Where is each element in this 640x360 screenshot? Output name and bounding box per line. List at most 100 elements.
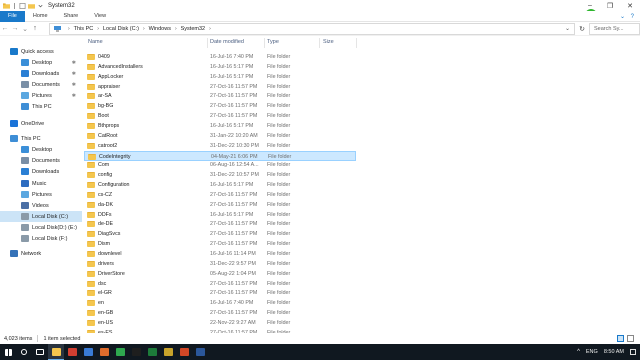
sidebar-item[interactable]: Documents ✱ bbox=[0, 79, 82, 90]
pin-icon[interactable]: ✱ bbox=[72, 60, 76, 66]
pin-icon[interactable]: ✱ bbox=[72, 82, 76, 88]
file-row[interactable]: dsc 27-Oct-16 11:57 PM File folder bbox=[84, 279, 356, 289]
taskbar-button[interactable] bbox=[176, 344, 192, 360]
sidebar-item[interactable]: Pictures bbox=[0, 189, 82, 200]
tab-file[interactable]: File bbox=[0, 10, 25, 22]
sidebar-item[interactable]: Desktop bbox=[0, 144, 82, 155]
search-input[interactable]: Search Sy... bbox=[589, 23, 640, 35]
file-row[interactable]: config 31-Dec-22 10:57 PM File folder bbox=[84, 170, 356, 180]
breadcrumb-windows[interactable]: Windows bbox=[149, 26, 171, 32]
sidebar-item[interactable]: Downloads bbox=[0, 166, 82, 177]
sidebar-item[interactable]: Local Disk (C:) bbox=[0, 211, 82, 222]
large-icons-view-icon[interactable] bbox=[627, 335, 634, 342]
breadcrumb-separator[interactable]: › bbox=[143, 26, 145, 32]
file-row[interactable]: CatRoot 31-Jan-22 10:20 AM File folder bbox=[84, 131, 356, 141]
taskbar-button[interactable] bbox=[112, 344, 128, 360]
file-row[interactable]: catroot2 31-Dec-22 10:30 PM File folder bbox=[84, 141, 356, 151]
sidebar-item[interactable]: Local Disk (F:) bbox=[0, 233, 82, 244]
properties-icon[interactable] bbox=[19, 2, 26, 9]
tab-share[interactable]: Share bbox=[56, 11, 87, 22]
taskbar-button[interactable] bbox=[80, 344, 96, 360]
file-row[interactable]: bg-BG 27-Oct-16 11:57 PM File folder bbox=[84, 101, 356, 111]
breadcrumb-system32[interactable]: System32 bbox=[181, 26, 205, 32]
taskbar-button[interactable] bbox=[128, 344, 144, 360]
details-view-icon[interactable] bbox=[617, 335, 624, 342]
sidebar-item[interactable]: Downloads ✱ bbox=[0, 68, 82, 79]
address-bar[interactable]: › This PC › Local Disk (C:) › Windows › … bbox=[49, 23, 575, 35]
file-row[interactable]: CodeIntegrity 04-May-21 6:06 PM File folde… bbox=[84, 150, 356, 161]
taskbar-button[interactable] bbox=[64, 344, 80, 360]
ribbon-expand-button[interactable]: ⌄ ? bbox=[620, 13, 634, 20]
chevron-up-icon[interactable]: ^ bbox=[577, 349, 580, 355]
column-header-date-modified[interactable]: Date modified bbox=[210, 39, 244, 45]
file-row[interactable]: da-DK 27-Oct-16 11:57 PM File folder bbox=[84, 200, 356, 210]
file-row[interactable]: Bthprops 16-Jul-16 5:17 PM File folder bbox=[84, 121, 356, 131]
clock[interactable]: 8:50 AM bbox=[604, 349, 624, 355]
taskbar-button[interactable] bbox=[144, 344, 160, 360]
file-row[interactable]: DiagSvcs 27-Oct-16 11:57 PM File folder bbox=[84, 229, 356, 239]
file-row[interactable]: 0409 16-Jul-16 7:40 PM File folder bbox=[84, 52, 356, 62]
language-indicator[interactable]: ENG bbox=[586, 349, 598, 355]
file-row[interactable]: en-GB 27-Oct-16 11:57 PM File folder bbox=[84, 308, 356, 318]
sidebar-item[interactable]: Network bbox=[0, 248, 82, 259]
chevron-down-icon[interactable] bbox=[37, 3, 44, 9]
file-row[interactable]: el-GR 27-Oct-16 11:57 PM File folder bbox=[84, 288, 356, 298]
sidebar-item[interactable]: Music bbox=[0, 178, 82, 189]
pin-icon[interactable]: ✱ bbox=[72, 71, 76, 77]
file-row[interactable]: cs-CZ 27-Oct-16 11:57 PM File folder bbox=[84, 190, 356, 200]
recent-locations-button[interactable]: ⌄ bbox=[20, 23, 30, 35]
file-row[interactable]: DDFs 16-Jul-16 5:17 PM File folder bbox=[84, 210, 356, 220]
pin-icon[interactable]: ✱ bbox=[72, 93, 76, 99]
taskbar-button[interactable] bbox=[16, 344, 32, 360]
file-row[interactable]: appraiser 27-Oct-16 11:57 PM File folder bbox=[84, 82, 356, 92]
file-row[interactable]: ar-SA 27-Oct-16 11:57 PM File folder bbox=[84, 91, 356, 101]
breadcrumb-separator[interactable]: › bbox=[68, 26, 70, 32]
refresh-button[interactable]: ↻ bbox=[577, 24, 587, 34]
sidebar-item[interactable]: Local Disk(D:) (E:) bbox=[0, 222, 82, 233]
file-row[interactable]: Boot 27-Oct-16 11:57 PM File folder bbox=[84, 111, 356, 121]
forward-button[interactable]: → bbox=[10, 23, 20, 35]
notification-icon[interactable] bbox=[630, 349, 636, 355]
file-row[interactable]: AdvancedInstallers 16-Jul-16 5:17 PM File … bbox=[84, 62, 356, 72]
column-header-type[interactable]: Type bbox=[267, 39, 279, 45]
taskbar-button[interactable] bbox=[192, 344, 208, 360]
taskbar-button[interactable] bbox=[0, 344, 16, 360]
sidebar-item[interactable]: Videos bbox=[0, 200, 82, 211]
breadcrumb-separator[interactable]: › bbox=[209, 26, 211, 32]
file-row[interactable]: Configuration 16-Jul-16 5:17 PM File folde… bbox=[84, 180, 356, 190]
file-row[interactable]: Dism 27-Oct-16 11:57 PM File folder bbox=[84, 239, 356, 249]
help-icon[interactable]: ? bbox=[631, 14, 634, 20]
tab-view[interactable]: View bbox=[86, 11, 114, 22]
back-button[interactable]: ← bbox=[0, 23, 10, 35]
sidebar-item[interactable]: Documents bbox=[0, 155, 82, 166]
sidebar-item[interactable]: This PC bbox=[0, 101, 82, 112]
file-row[interactable]: en-US 22-Nov-22 9:27 AM File folder bbox=[84, 318, 356, 328]
file-row[interactable]: DriverStore 05-Aug-22 1:04 PM File folder bbox=[84, 269, 356, 279]
sidebar-item[interactable]: Desktop ✱ bbox=[0, 57, 82, 68]
taskbar-button[interactable] bbox=[32, 344, 48, 360]
tab-home[interactable]: Home bbox=[25, 11, 56, 22]
sidebar-item[interactable]: Pictures ✱ bbox=[0, 90, 82, 101]
column-header-size[interactable]: Size bbox=[323, 39, 334, 45]
file-row[interactable]: drivers 31-Dec-22 9:57 PM File folder bbox=[84, 259, 356, 269]
column-header-name[interactable]: Name bbox=[88, 39, 103, 45]
maximize-button[interactable]: ❐ bbox=[600, 0, 620, 11]
file-row[interactable]: de-DE 27-Oct-16 11:57 PM File folder bbox=[84, 219, 356, 229]
taskbar-button[interactable] bbox=[96, 344, 112, 360]
breadcrumb-local-disk-c[interactable]: Local Disk (C:) bbox=[103, 26, 139, 32]
file-row[interactable]: AppLocker 16-Jul-16 5:17 PM File folder bbox=[84, 72, 356, 82]
taskbar-button[interactable] bbox=[160, 344, 176, 360]
breadcrumb-separator[interactable]: › bbox=[175, 26, 177, 32]
sidebar-item[interactable]: OneDrive bbox=[0, 118, 82, 129]
breadcrumb-this-pc[interactable]: This PC bbox=[74, 26, 94, 32]
close-button[interactable]: ✕ bbox=[620, 0, 640, 11]
file-row[interactable]: Com 06-Aug-16 12:54 A... File folder bbox=[84, 160, 356, 170]
breadcrumb-separator[interactable]: › bbox=[97, 26, 99, 32]
taskbar-button[interactable] bbox=[48, 344, 64, 360]
address-dropdown-button[interactable]: ⌄ bbox=[565, 25, 570, 32]
up-button[interactable]: ↑ bbox=[30, 23, 40, 35]
new-folder-icon[interactable] bbox=[28, 3, 35, 9]
file-row[interactable]: downlevel 16-Jul-16 11:14 PM File folder bbox=[84, 249, 356, 259]
sidebar-item[interactable]: Quick access bbox=[0, 46, 82, 57]
sidebar-item[interactable]: This PC bbox=[0, 133, 82, 144]
